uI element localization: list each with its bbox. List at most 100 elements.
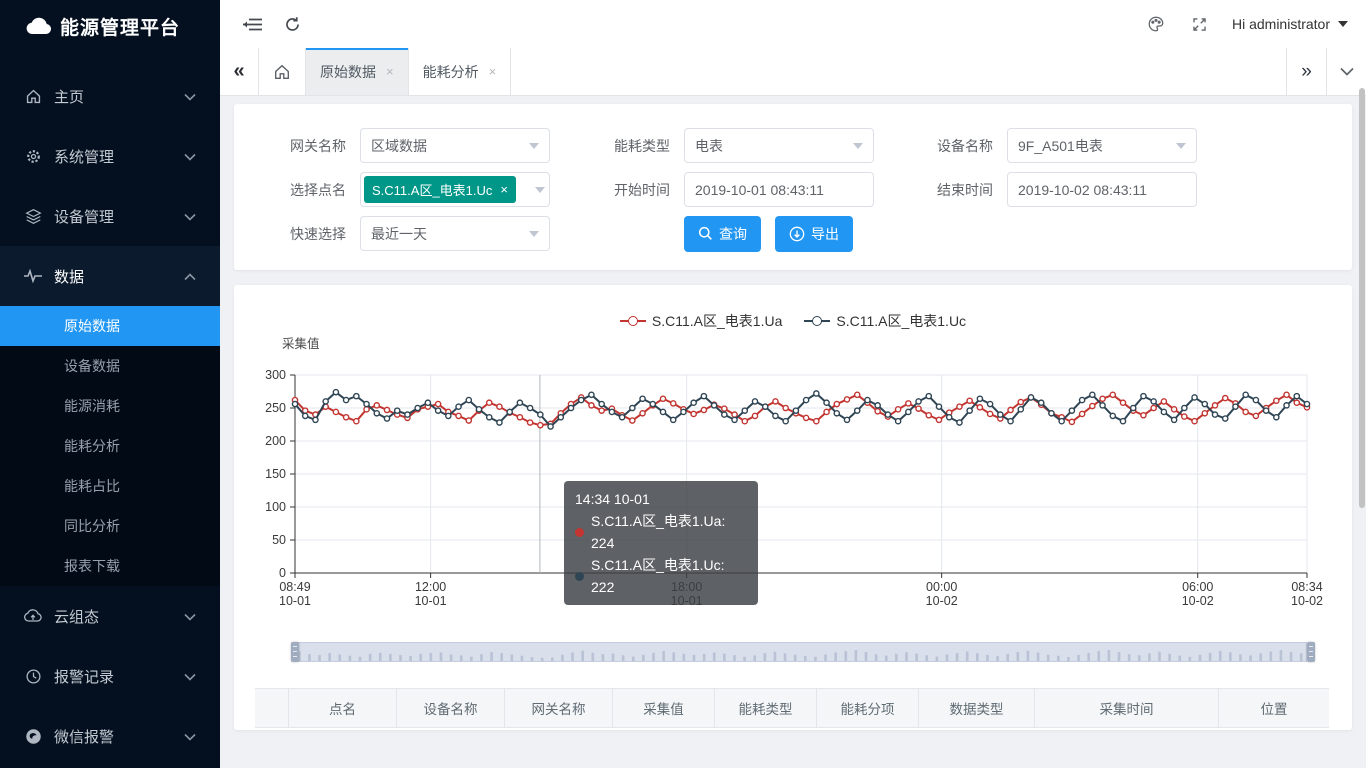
legend-item-uc[interactable]: S.C11.A区_电表1.Uc — [804, 311, 966, 331]
sidebar-item-alarm-records[interactable]: 报警记录 — [0, 646, 220, 706]
legend-item-ua[interactable]: S.C11.A区_电表1.Ua — [620, 311, 782, 331]
submenu-item-raw-data[interactable]: 原始数据 — [0, 306, 220, 346]
app-title: 能源管理平台 — [60, 13, 180, 40]
datazoom-slider[interactable] — [295, 642, 1311, 663]
pulse-icon — [24, 267, 42, 285]
chevron-down-icon — [184, 668, 196, 685]
tab-label: 能耗分析 — [423, 62, 479, 82]
table-header-cell: 能耗类型 — [715, 689, 817, 727]
line-chart[interactable]: 05010015020025030008:4910-0112:0010-0118… — [254, 355, 1344, 630]
query-button[interactable]: 查询 — [684, 216, 761, 252]
chevron-up-icon — [184, 268, 196, 285]
refresh-icon[interactable] — [272, 0, 312, 48]
tag-close-icon[interactable]: × — [500, 182, 508, 197]
submenu-item-label: 能耗占比 — [64, 476, 120, 496]
legend-label: S.C11.A区_电表1.Ua — [652, 311, 782, 331]
tab-close-icon[interactable]: × — [386, 64, 394, 79]
point-multiselect[interactable]: S.C11.A区_电表1.Uc × — [360, 172, 550, 207]
quick-select[interactable]: 最近一天 — [360, 216, 550, 251]
home-icon — [24, 87, 42, 105]
tag-text: S.C11.A区_电表1.Uc — [372, 180, 492, 199]
filter-row-1: 网关名称 区域数据 能耗类型 电表 设备名称 9F_A — [234, 128, 1352, 163]
home-tab[interactable] — [258, 48, 306, 95]
table-header-cell: 数据类型 — [919, 689, 1035, 727]
fullscreen-icon[interactable] — [1178, 0, 1222, 48]
filter-panel: 网关名称 区域数据 能耗类型 电表 设备名称 9F_A — [234, 104, 1352, 270]
sidebar-item-system[interactable]: 系统管理 — [0, 126, 220, 186]
table-header-cell: 设备名称 — [397, 689, 505, 727]
select-caret-icon — [1176, 143, 1186, 149]
submenu-item-energy-consumption[interactable]: 能源消耗 — [0, 386, 220, 426]
user-greeting: Hi administrator — [1232, 16, 1330, 32]
gateway-select[interactable]: 区域数据 — [360, 128, 550, 163]
table-header-cell — [255, 689, 289, 727]
chart-panel: S.C11.A区_电表1.Ua S.C11.A区_电表1.Uc 采集值 0501… — [234, 285, 1352, 730]
svg-text:150: 150 — [265, 467, 286, 481]
svg-text:08:34: 08:34 — [1291, 580, 1322, 594]
tab-close-icon[interactable]: × — [489, 64, 497, 79]
user-menu[interactable]: Hi administrator — [1232, 16, 1348, 32]
submenu-item-energy-ratio[interactable]: 能耗占比 — [0, 466, 220, 506]
submenu-item-yoy-analysis[interactable]: 同比分析 — [0, 506, 220, 546]
data-submenu: 原始数据 设备数据 能源消耗 能耗分析 能耗占比 同比分析 报表下载 — [0, 306, 220, 586]
table-header-cell: 能耗分项 — [817, 689, 919, 727]
end-time-value: 2019-10-02 08:43:11 — [1018, 182, 1186, 198]
gear-icon — [24, 147, 42, 165]
sidebar-item-wechat-alarm[interactable]: 微信报警 — [0, 706, 220, 766]
legend-circle-icon — [628, 316, 638, 326]
table-header-cell: 采集时间 — [1035, 689, 1219, 727]
search-icon — [698, 226, 713, 241]
theme-palette-icon[interactable] — [1134, 0, 1178, 48]
main-content: 网关名称 区域数据 能耗类型 电表 设备名称 9F_A — [220, 96, 1366, 768]
datazoom-shadow — [295, 642, 1307, 662]
sidebar-item-label: 系统管理 — [54, 146, 184, 167]
tab-energy-analysis[interactable]: 能耗分析 × — [409, 48, 512, 95]
select-caret-icon — [529, 143, 539, 149]
legend-circle-icon — [812, 316, 822, 326]
tabs-scroll-right-icon[interactable]: » — [1286, 48, 1326, 95]
table-header-cell: 采集值 — [613, 689, 715, 727]
export-button-label: 导出 — [811, 224, 839, 244]
submenu-item-device-data[interactable]: 设备数据 — [0, 346, 220, 386]
sidebar-item-data[interactable]: 数据 — [0, 246, 220, 306]
clock-icon — [24, 667, 42, 685]
end-time-label: 结束时间 — [901, 180, 993, 200]
svg-text:250: 250 — [265, 401, 286, 415]
svg-text:18:00: 18:00 — [671, 580, 702, 594]
download-icon — [789, 226, 805, 242]
start-time-input[interactable]: 2019-10-01 08:43:11 — [684, 172, 874, 207]
sidebar-item-cloud-scada[interactable]: 云组态 — [0, 586, 220, 646]
topbar: Hi administrator — [220, 0, 1366, 48]
svg-text:10-02: 10-02 — [1182, 594, 1214, 608]
energy-type-select[interactable]: 电表 — [684, 128, 874, 163]
tab-raw-data[interactable]: 原始数据 × — [306, 48, 409, 95]
tabs-scroll-left-icon[interactable]: « — [220, 48, 258, 95]
device-label: 设备名称 — [901, 136, 993, 156]
end-time-input[interactable]: 2019-10-02 08:43:11 — [1007, 172, 1197, 207]
sidebar-item-label: 报警记录 — [54, 666, 184, 687]
datazoom-left-handle[interactable] — [291, 642, 299, 662]
table-header-cell: 位置 — [1219, 689, 1329, 727]
data-table-header: 点名 设备名称 网关名称 采集值 能耗类型 能耗分项 数据类型 采集时间 位置 — [255, 688, 1329, 728]
svg-text:300: 300 — [265, 368, 286, 382]
quick-select-value: 最近一天 — [371, 224, 523, 244]
sidebar-item-devices[interactable]: 设备管理 — [0, 186, 220, 246]
sidebar-item-home[interactable]: 主页 — [0, 66, 220, 126]
app-root: 能源管理平台 主页 系统管理 — [0, 0, 1366, 768]
selected-point-tag: S.C11.A区_电表1.Uc × — [364, 176, 516, 203]
submenu-item-energy-analysis[interactable]: 能耗分析 — [0, 426, 220, 466]
export-button[interactable]: 导出 — [775, 216, 853, 252]
device-select[interactable]: 9F_A501电表 — [1007, 128, 1197, 163]
page-scrollbar-thumb[interactable] — [1359, 88, 1365, 508]
datazoom-right-handle[interactable] — [1307, 642, 1315, 662]
tab-label: 原始数据 — [320, 62, 376, 82]
svg-text:06:00: 06:00 — [1182, 580, 1213, 594]
submenu-item-label: 原始数据 — [64, 316, 120, 336]
submenu-item-report-download[interactable]: 报表下载 — [0, 546, 220, 586]
menu-fold-icon[interactable] — [232, 0, 272, 48]
table-header-cell: 网关名称 — [505, 689, 613, 727]
tabbar: « 原始数据 × 能耗分析 × » — [220, 48, 1366, 96]
cloud-upload-icon — [24, 607, 42, 625]
legend-line-icon — [804, 320, 830, 322]
sidebar-item-label: 主页 — [54, 86, 184, 107]
